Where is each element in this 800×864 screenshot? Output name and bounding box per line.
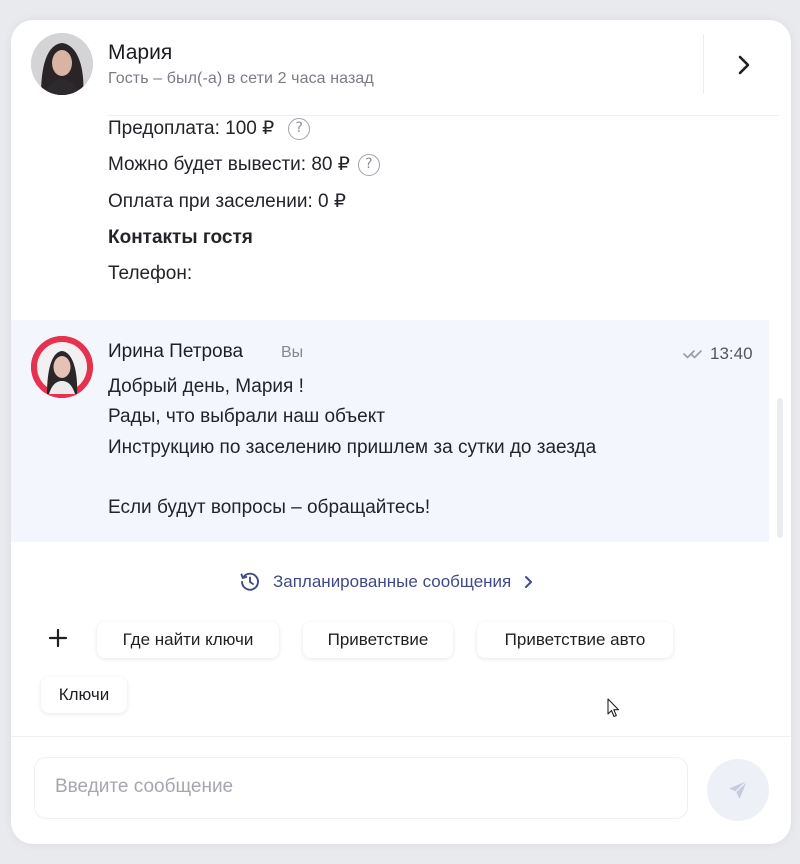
withdrawable-row: Можно будет вывести: 80 ₽ ?: [108, 153, 380, 176]
chat-header: Мария Гость – был(-а) в сети 2 часа наза…: [11, 20, 791, 116]
chat-window: Мария Гость – был(-а) в сети 2 часа наза…: [11, 20, 791, 844]
header-divider: [703, 34, 704, 94]
mouse-cursor: [607, 698, 621, 718]
send-button[interactable]: [707, 759, 769, 821]
contacts-title: Контакты гостя: [108, 227, 253, 248]
template-chip[interactable]: Приветствие авто: [477, 622, 673, 658]
chevron-right-icon[interactable]: [729, 50, 759, 80]
chevron-right-icon: [521, 575, 535, 589]
message-input[interactable]: Введите сообщение: [34, 757, 688, 819]
scrollbar[interactable]: [777, 398, 783, 538]
phone-label: Телефон:: [108, 263, 193, 284]
template-chip[interactable]: Где найти ключи: [97, 622, 279, 658]
scheduled-messages-link[interactable]: Запланированные сообщения: [239, 571, 535, 593]
clock-history-icon: [239, 571, 261, 593]
message-time: 13:40: [710, 344, 753, 363]
guest-name: Мария: [108, 41, 173, 64]
message-line: Если будут вопросы – обращайтесь!: [108, 497, 431, 518]
composer-divider: [11, 736, 791, 737]
guest-status: Гость – был(-а) в сети 2 часа назад: [108, 70, 374, 87]
send-plane-icon: [729, 780, 748, 799]
message-line: Инструкцию по заселению пришлем за сутки…: [108, 437, 597, 458]
message-line: Добрый день, Мария !: [108, 376, 304, 397]
prepayment-text: Предоплата: 100 ₽: [108, 118, 275, 139]
scheduled-messages-label: Запланированные сообщения: [273, 572, 512, 591]
message-author: Ирина Петрова: [108, 341, 244, 362]
withdrawable-text: Можно будет вывести: 80 ₽: [108, 154, 350, 175]
question-circle-icon[interactable]: ?: [288, 117, 311, 140]
double-check-icon: [683, 347, 707, 359]
question-circle-icon[interactable]: ?: [357, 153, 380, 176]
template-chip[interactable]: Приветствие: [303, 622, 453, 658]
header-divider-bottom: [107, 115, 779, 116]
author-avatar[interactable]: [31, 336, 93, 398]
message-line: Рады, что выбрали наш объект: [108, 406, 385, 427]
you-label: Вы: [281, 344, 304, 361]
message-bubble: Ирина Петрова Вы 13:40 Добрый день, Мари…: [11, 320, 769, 542]
checkin-payment-text: Оплата при заселении: 0 ₽: [108, 191, 346, 212]
guest-avatar[interactable]: [31, 33, 93, 95]
prepayment-row: Предоплата: 100 ₽ ?: [108, 117, 311, 140]
plus-icon[interactable]: [44, 624, 72, 652]
template-chip[interactable]: Ключи: [41, 677, 127, 713]
